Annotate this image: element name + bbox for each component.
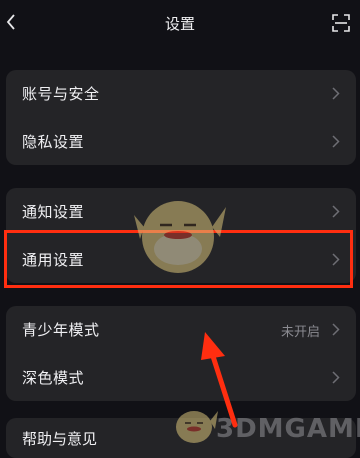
settings-item-teen-mode[interactable]: 青少年模式 未开启 <box>6 306 356 353</box>
settings-group-modes: 青少年模式 未开启 深色模式 <box>6 306 356 401</box>
settings-item-label: 深色模式 <box>22 369 85 387</box>
chevron-right-icon <box>332 371 340 384</box>
chevron-right-icon <box>332 87 340 100</box>
chevron-right-icon <box>332 323 340 336</box>
settings-item-dark-mode[interactable]: 深色模式 <box>6 354 356 401</box>
watermark-logo-icon <box>176 411 218 443</box>
settings-group-account: 账号与安全 隐私设置 <box>6 70 356 165</box>
settings-item-privacy[interactable]: 隐私设置 <box>6 118 356 165</box>
settings-item-label: 隐私设置 <box>22 133 85 151</box>
settings-item-account-security[interactable]: 账号与安全 <box>6 70 356 117</box>
scan-icon <box>332 14 350 32</box>
chevron-right-icon <box>332 135 340 148</box>
top-bar: 设置 <box>0 0 360 48</box>
settings-item-label: 帮助与意见 <box>22 430 98 448</box>
settings-item-label: 青少年模式 <box>22 321 100 339</box>
page-title: 设置 <box>164 15 195 33</box>
settings-item-value: 未开启 <box>280 325 320 340</box>
settings-item-label: 账号与安全 <box>22 85 100 103</box>
settings-item-label: 通知设置 <box>22 203 85 221</box>
watermark-mascot-icon <box>134 201 226 273</box>
chevron-right-icon <box>332 205 340 218</box>
watermark-text: 3DMGAME <box>216 414 360 444</box>
scan-button[interactable] <box>328 10 354 36</box>
